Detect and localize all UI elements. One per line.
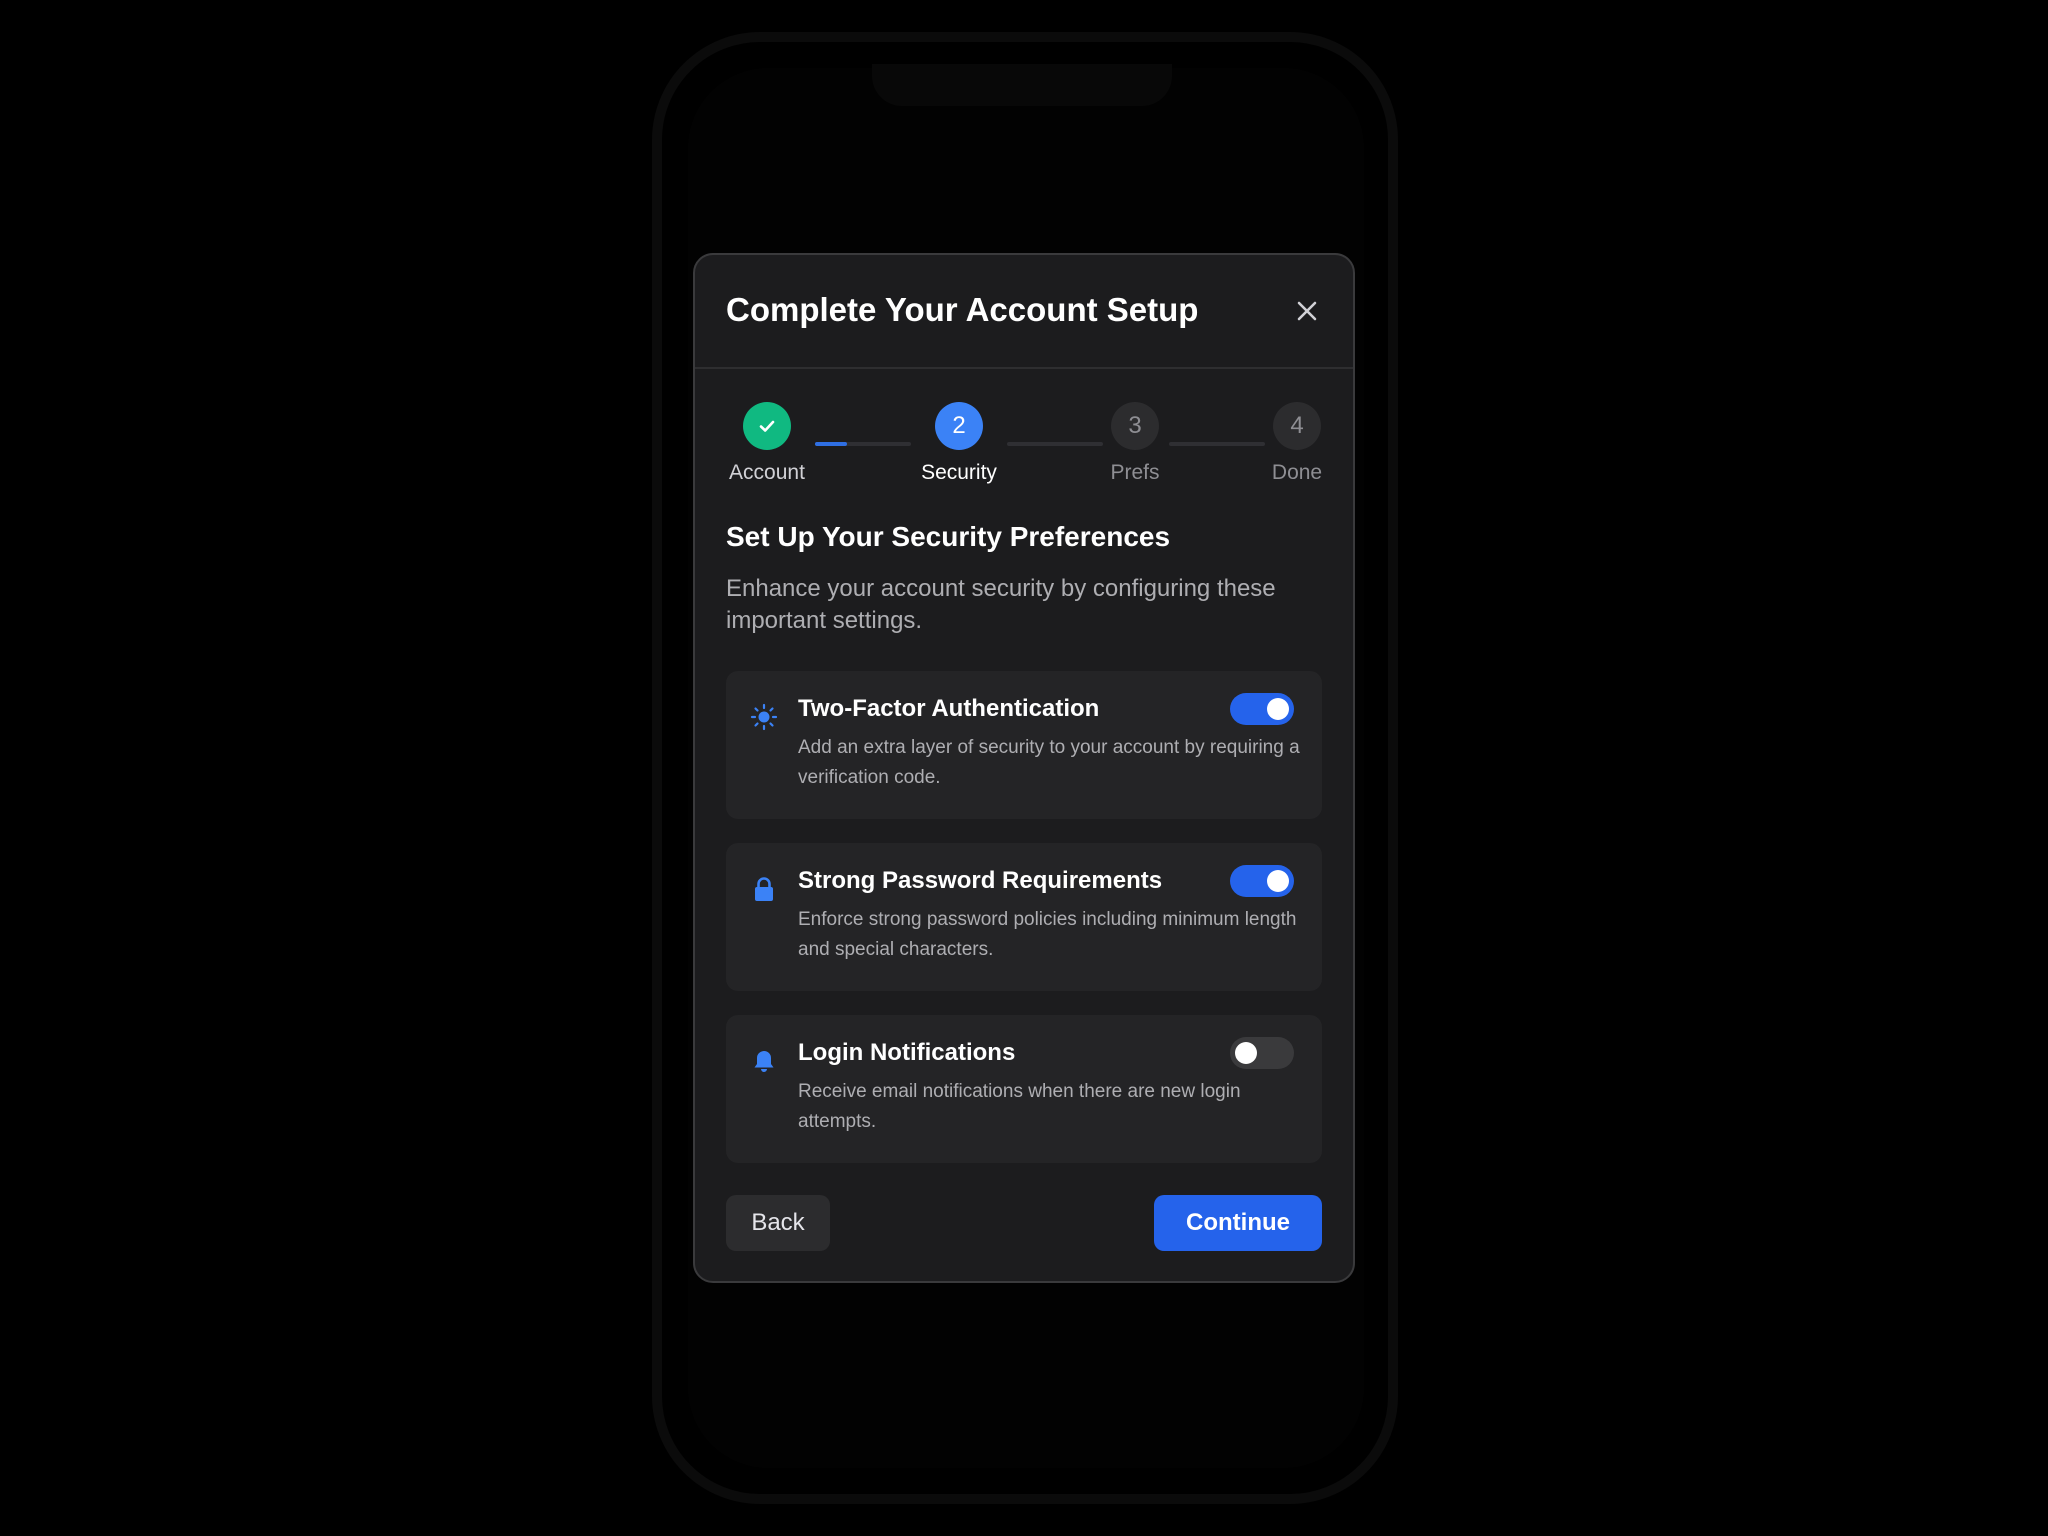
setting-description: Receive email notifications when there a… (798, 1081, 1241, 1132)
setting-description: Enforce strong password policies includi… (798, 909, 1297, 960)
phone-notch (872, 64, 1172, 106)
section-title: Set Up Your Security Preferences (726, 521, 1171, 552)
toggle-knob (1267, 870, 1289, 892)
step-connector-3 (1169, 442, 1265, 446)
step-connector-progress (815, 442, 847, 446)
strong-password-toggle[interactable] (1230, 865, 1294, 897)
setting-card-two-factor: Two-Factor Authentication Add an extra l… (726, 671, 1322, 819)
setting-description: Add an extra layer of security to your a… (798, 737, 1300, 788)
setting-card-strong-password: Strong Password Requirements Enforce str… (726, 843, 1322, 991)
section-description: Enhance your account security by configu… (726, 575, 1276, 634)
step-1-circle (743, 402, 791, 450)
stepper: Account 2 Security 3 Prefs 4 Done (695, 255, 1353, 495)
toggle-knob (1235, 1042, 1257, 1064)
lock-icon (750, 875, 778, 903)
bell-icon (750, 1047, 778, 1075)
check-icon (759, 420, 775, 432)
step-3-label: Prefs (1110, 461, 1160, 484)
two-factor-toggle[interactable] (1230, 693, 1294, 725)
step-2-circle: 2 (935, 402, 983, 450)
step-connector-1 (815, 442, 911, 446)
step-4-label: Done (1271, 461, 1323, 484)
setting-title: Login Notifications (798, 1039, 1016, 1066)
step-4-circle: 4 (1273, 402, 1321, 450)
setting-card-login-notifications: Login Notifications Receive email notifi… (726, 1015, 1322, 1163)
setting-title: Strong Password Requirements (798, 867, 1163, 894)
step-connector-2 (1007, 442, 1103, 446)
step-3-circle: 3 (1111, 402, 1159, 450)
login-notifications-toggle[interactable] (1230, 1037, 1294, 1069)
step-2-label: Security (921, 461, 997, 484)
step-1-label: Account (729, 461, 805, 484)
setting-title: Two-Factor Authentication (798, 695, 1100, 722)
toggle-knob (1267, 698, 1289, 720)
continue-button[interactable]: Continue (1154, 1195, 1322, 1251)
sun-icon (750, 703, 778, 731)
setup-modal: Complete Your Account Setup Account 2 Se… (693, 253, 1355, 1283)
back-button[interactable]: Back (726, 1195, 830, 1251)
